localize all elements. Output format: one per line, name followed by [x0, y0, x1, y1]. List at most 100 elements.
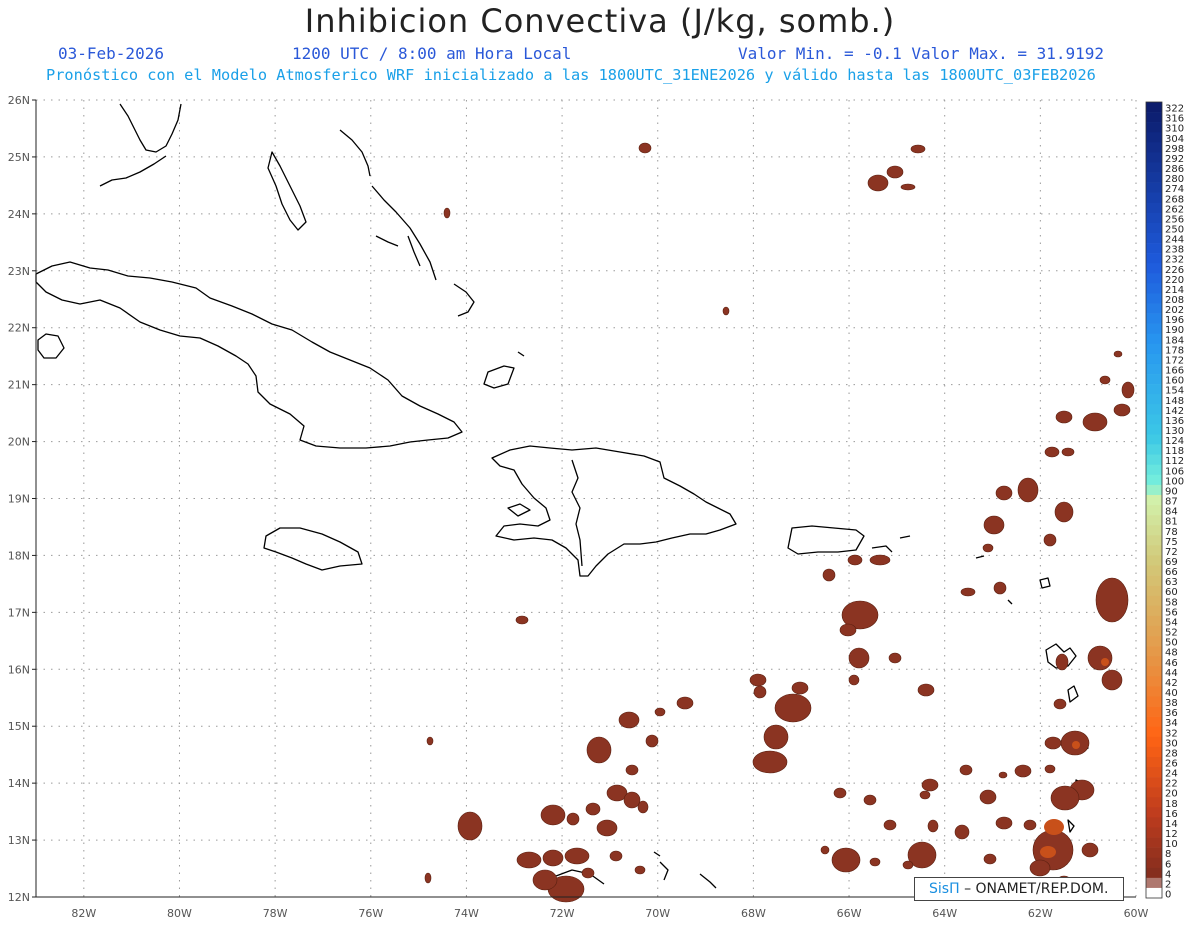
cin-shaded-area	[998, 771, 1008, 779]
colorbar-label: 0	[1165, 890, 1171, 901]
colorbar-swatch	[1146, 666, 1162, 677]
cin-shaded-area	[564, 847, 590, 865]
colorbar-swatch	[1146, 232, 1162, 244]
colorbar-swatch	[1146, 817, 1162, 828]
cin-shaded-area-high	[1044, 819, 1064, 835]
colorbar-swatch	[1146, 394, 1162, 405]
colorbar-swatch	[1146, 857, 1162, 869]
colorbar-swatch	[1146, 636, 1162, 647]
coastline-acklins	[453, 283, 475, 317]
colorbar-swatch	[1146, 414, 1162, 425]
coastline-paraguana	[659, 861, 669, 881]
cin-shaded-area	[863, 794, 877, 806]
colorbar-swatch	[1146, 625, 1162, 637]
colorbar-swatch	[1146, 122, 1162, 133]
onamet-logo: SisΠ – ONAMET/REP.DOM.	[914, 877, 1124, 901]
colorbar-swatch	[1146, 837, 1162, 848]
coastline-andros	[267, 151, 307, 231]
coastline-anguilla	[975, 555, 985, 559]
cin-shaded-area	[820, 845, 830, 855]
longitude-label: 76W	[358, 907, 383, 920]
cin-shaded-area	[1029, 859, 1051, 877]
coastline-haiti-border	[571, 459, 583, 567]
sispi-logo-mark: SisΠ	[929, 881, 960, 897]
latitude-label: 25N	[8, 151, 30, 164]
cin-shaded-area	[1095, 577, 1129, 623]
cin-shading	[424, 142, 1135, 903]
colorbar-swatch	[1146, 162, 1162, 173]
coastline-antigua	[1039, 577, 1051, 589]
cin-shaded-area	[457, 811, 483, 841]
cin-shaded-area	[1082, 412, 1108, 432]
coastline-cuba	[35, 261, 463, 449]
cin-shaded-area	[637, 800, 649, 814]
cin-shaded-area	[1055, 653, 1069, 671]
cin-shaded-area	[625, 764, 639, 776]
cin-shaded-area	[919, 790, 931, 800]
cin-shaded-area	[618, 711, 640, 729]
colorbar-swatch	[1146, 374, 1162, 385]
cin-shaded-area-high	[1072, 741, 1080, 749]
colorbar-swatch	[1146, 212, 1162, 224]
cin-shaded-area	[983, 853, 997, 865]
cin-shaded-area	[921, 778, 939, 792]
colorbar-swatch	[1146, 505, 1162, 516]
colorbar-swatch	[1146, 353, 1162, 365]
colorbar-swatch	[1146, 787, 1162, 798]
colorbar-swatch	[1146, 464, 1162, 476]
colorbar-swatch	[1146, 605, 1162, 617]
cin-shaded-area	[763, 724, 789, 750]
colorbar-swatch	[1146, 363, 1162, 375]
cin-shaded-area	[566, 812, 580, 826]
longitude-label: 70W	[645, 907, 670, 920]
colorbar-swatch	[1146, 807, 1162, 818]
colorbar-swatch	[1146, 525, 1162, 536]
colorbar-swatch	[1146, 474, 1162, 486]
longitude-label: 80W	[167, 907, 192, 920]
cin-shaded-area	[753, 685, 767, 699]
coastline-st-vincent	[1067, 819, 1075, 833]
colorbar-swatch	[1146, 222, 1162, 234]
cin-shaded-area	[1061, 447, 1075, 457]
latitude-label: 26N	[8, 94, 30, 107]
cin-shaded-area	[1053, 698, 1067, 710]
latitude-labels: 26N 25N 24N 23N 22N 21N 20N 19N 18N 17N 16N 15N 14N 1…	[8, 94, 36, 904]
coastline-puerto-rico	[787, 525, 865, 555]
latitude-label: 20N	[8, 436, 30, 449]
cin-shaded-area	[979, 789, 997, 805]
cin-shaded-area	[1044, 764, 1056, 774]
cin-shaded-area	[609, 850, 623, 862]
cin-shaded-area	[839, 623, 857, 637]
latitude-label: 12N	[8, 891, 30, 904]
colorbar-swatch	[1146, 172, 1162, 183]
latitude-label: 15N	[8, 720, 30, 733]
colorbar-swatch	[1146, 736, 1162, 748]
coastline-florida	[119, 103, 182, 153]
cin-shaded-area	[886, 165, 904, 179]
colorbar-swatch	[1146, 384, 1162, 395]
cin-shaded-area	[1023, 819, 1037, 831]
colorbar-swatch	[1146, 797, 1162, 808]
colorbar-swatch	[1146, 726, 1162, 738]
cin-shaded-area	[833, 787, 847, 799]
colorbar-swatch	[1146, 444, 1162, 455]
cin-shaded-area	[1050, 785, 1080, 811]
cin-shaded-area	[654, 707, 666, 717]
colorbar-swatch	[1146, 454, 1162, 466]
cin-shaded-area	[540, 804, 566, 826]
latitude-label: 14N	[8, 777, 30, 790]
cin-shaded-area	[1113, 403, 1131, 417]
longitude-label: 66W	[837, 907, 862, 920]
cin-shaded-area	[634, 865, 646, 875]
colorbar-swatch	[1146, 877, 1162, 889]
lat-lon-grid	[36, 99, 1137, 898]
cin-shaded-area	[993, 581, 1007, 595]
cin-shaded-area	[831, 847, 861, 873]
cin-shaded-area	[982, 543, 994, 553]
cin-shaded-area	[1099, 375, 1111, 385]
colorbar-swatch	[1146, 535, 1162, 546]
cin-shaded-area	[869, 857, 881, 867]
coastline-aruba	[653, 851, 661, 857]
cin-shaded-area	[1055, 410, 1073, 424]
cin-shaded-area	[848, 647, 870, 669]
